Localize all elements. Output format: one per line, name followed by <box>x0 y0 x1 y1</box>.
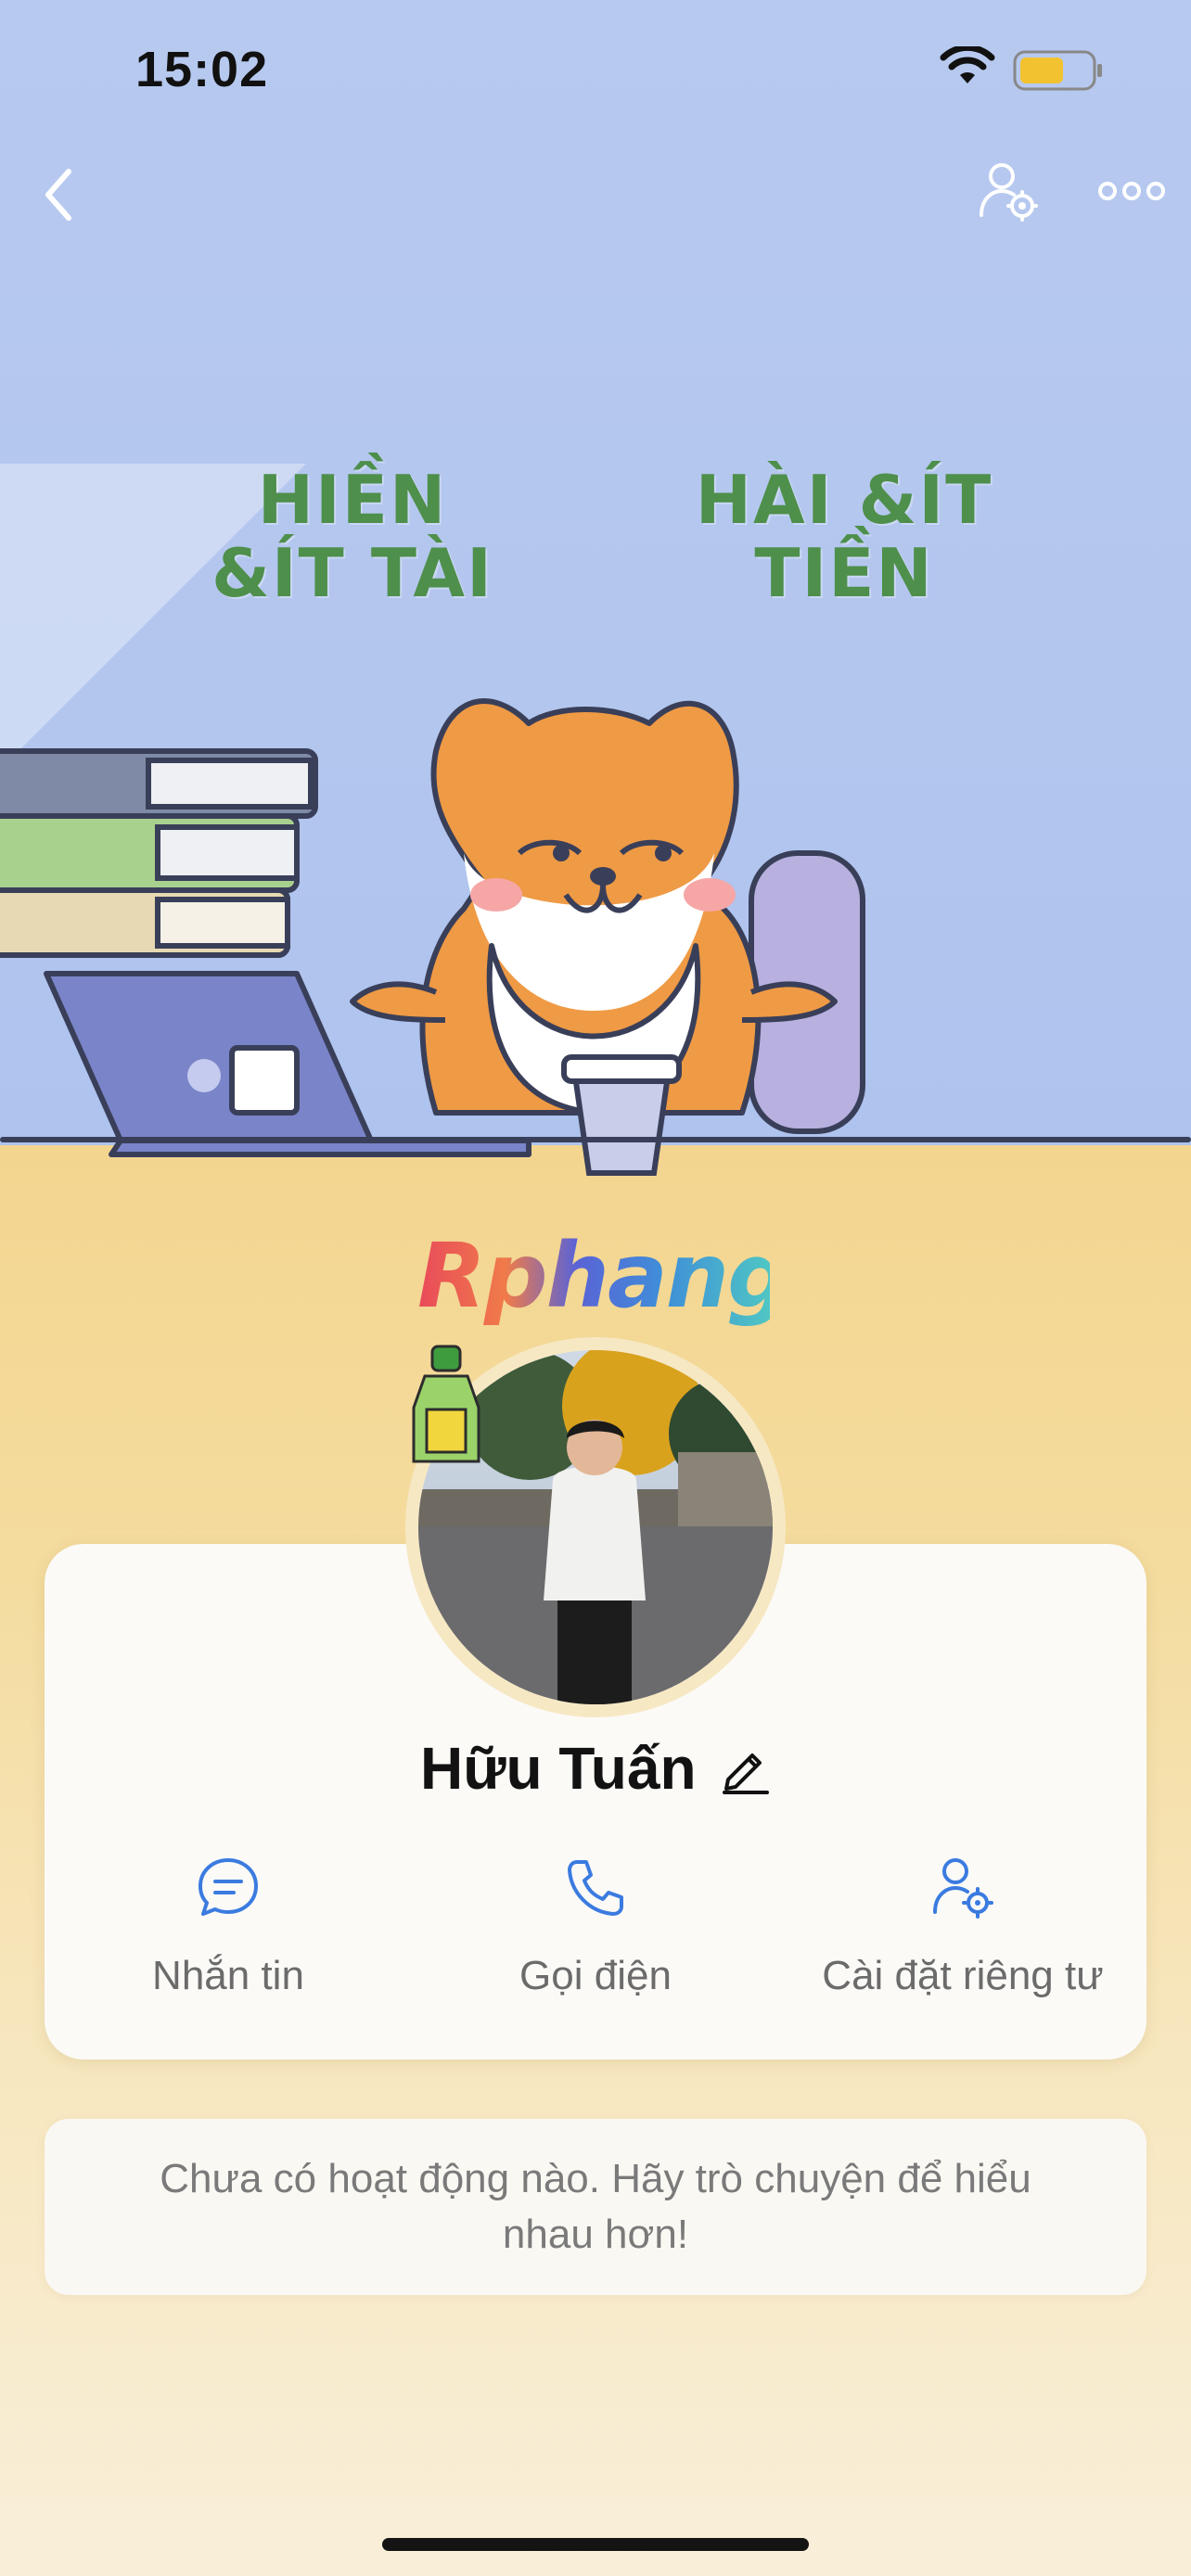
profile-actions: Nhắn tin Gọi điện Cài đặt riêng tư <box>45 1855 1146 2021</box>
phone-icon <box>568 1860 623 1916</box>
call-label: Gọi điện <box>519 1953 672 1998</box>
book-stack <box>0 748 318 958</box>
edit-pencil-icon[interactable] <box>719 1742 771 1794</box>
profile-settings-icon[interactable] <box>976 159 1041 224</box>
profile-screen: 15:02 HIỀN &ÍT TÀI HÀI &ÍT TIỀN Rphang H… <box>0 0 1191 2576</box>
message-button[interactable]: Nhắn tin <box>45 1855 412 2021</box>
battery-icon <box>1013 50 1102 91</box>
profile-name: Hữu Tuấn <box>419 1735 697 1802</box>
home-indicator[interactable] <box>382 2538 809 2551</box>
cover-illustration <box>0 698 865 1176</box>
privacy-settings-icon <box>933 1858 993 1919</box>
back-icon[interactable] <box>37 162 83 227</box>
desk-edge <box>0 1137 1191 1142</box>
cover-text-right: HÀI &ÍT TIỀN <box>695 461 993 613</box>
chat-icon <box>198 1858 258 1916</box>
more-options-icon[interactable] <box>1096 174 1167 208</box>
sticker-bottle-icon <box>412 1345 480 1463</box>
call-button[interactable]: Gọi điện <box>412 1855 779 2021</box>
status-time: 15:02 <box>135 42 269 97</box>
privacy-settings-label: Cài đặt riêng tư <box>822 1953 1104 1998</box>
wifi-icon <box>940 46 995 83</box>
privacy-settings-button[interactable]: Cài đặt riêng tư <box>779 1855 1146 2021</box>
coffee-cup <box>561 1054 682 1176</box>
message-label: Nhắn tin <box>152 1953 304 1998</box>
activity-card: Chưa có hoạt động nào. Hãy trò chuyện để… <box>45 2119 1146 2295</box>
activity-empty-message: Chưa có hoạt động nào. Hãy trò chuyện để… <box>160 2156 1031 2257</box>
cover-text-left: HIỀN &ÍT TÀI <box>211 461 493 613</box>
brand-logo: Rphang <box>417 1224 791 1328</box>
profile-name-row: Hữu Tuấn <box>0 1734 1191 1803</box>
